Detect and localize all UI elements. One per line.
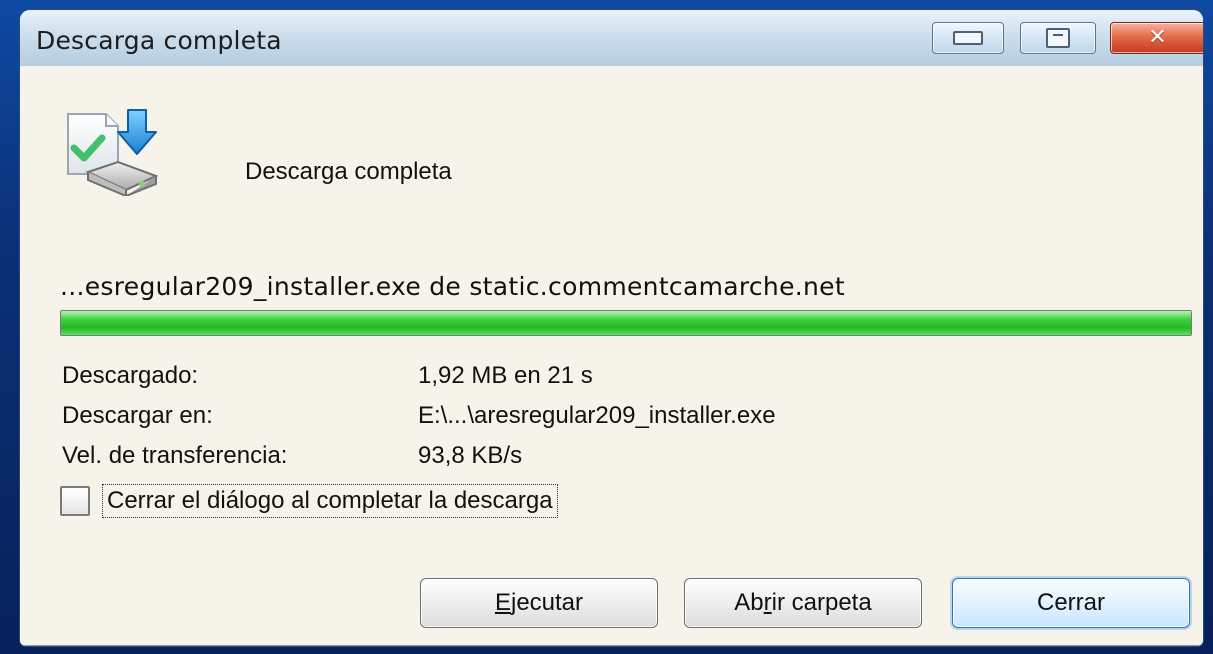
- close-button[interactable]: Cerrar: [952, 578, 1190, 628]
- dialog-heading: Descarga completa: [245, 158, 452, 185]
- dialog-content: Descarga completa ...esregular209_instal…: [20, 66, 1203, 646]
- window-title: Descarga completa: [36, 26, 282, 55]
- details-value: 93,8 KB/s: [418, 442, 523, 469]
- close-icon: ✕: [1148, 25, 1167, 50]
- download-complete-dialog: Descarga completa ✕ Descarga completa ..…: [20, 10, 1203, 646]
- open-folder-text-pre: Ab: [734, 589, 764, 616]
- close-on-complete-label[interactable]: Cerrar el diálogo al completar la descar…: [102, 484, 558, 518]
- download-complete-icon: [67, 109, 159, 196]
- details-row: Descargar en: E:\...\aresregular209_inst…: [62, 396, 1018, 436]
- desktop-background: Descarga completa ✕ Descarga completa ..…: [0, 0, 1213, 654]
- close-on-complete-option: Cerrar el diálogo al completar la descar…: [60, 481, 558, 521]
- title-bar: Descarga completa ✕: [20, 10, 1203, 67]
- minimize-button[interactable]: [932, 22, 1004, 54]
- maximize-icon: [1046, 28, 1070, 48]
- close-window-button[interactable]: ✕: [1110, 22, 1203, 54]
- open-folder-accelerator: r: [763, 589, 772, 616]
- maximize-button[interactable]: [1020, 22, 1096, 54]
- download-progress-bar: [60, 310, 1192, 336]
- open-folder-button[interactable]: Ab r ir carpeta: [684, 578, 922, 628]
- minimize-icon: [953, 31, 983, 45]
- run-button-accelerator: E: [494, 589, 511, 616]
- details-value: 1,92 MB en 21 s: [418, 362, 593, 389]
- run-button[interactable]: Ejecutar: [420, 578, 658, 628]
- download-source: ...esregular209_installer.exe de static.…: [60, 272, 845, 301]
- download-progress-fill: [61, 311, 1191, 335]
- run-button-text-post: jecutar: [510, 589, 584, 616]
- download-details: Descargado: 1,92 MB en 21 s Descargar en…: [62, 356, 1018, 476]
- details-label: Descargar en:: [62, 402, 213, 429]
- details-label: Vel. de transferencia:: [62, 442, 288, 469]
- details-value: E:\...\aresregular209_installer.exe: [418, 402, 776, 429]
- details-row: Descargado: 1,92 MB en 21 s: [62, 356, 1018, 396]
- open-folder-text-post: ir carpeta: [771, 589, 872, 616]
- close-on-complete-checkbox[interactable]: [60, 486, 90, 516]
- window-bottom-border: [20, 645, 1203, 646]
- details-label: Descargado:: [62, 362, 199, 389]
- details-row: Vel. de transferencia: 93,8 KB/s: [62, 436, 1018, 476]
